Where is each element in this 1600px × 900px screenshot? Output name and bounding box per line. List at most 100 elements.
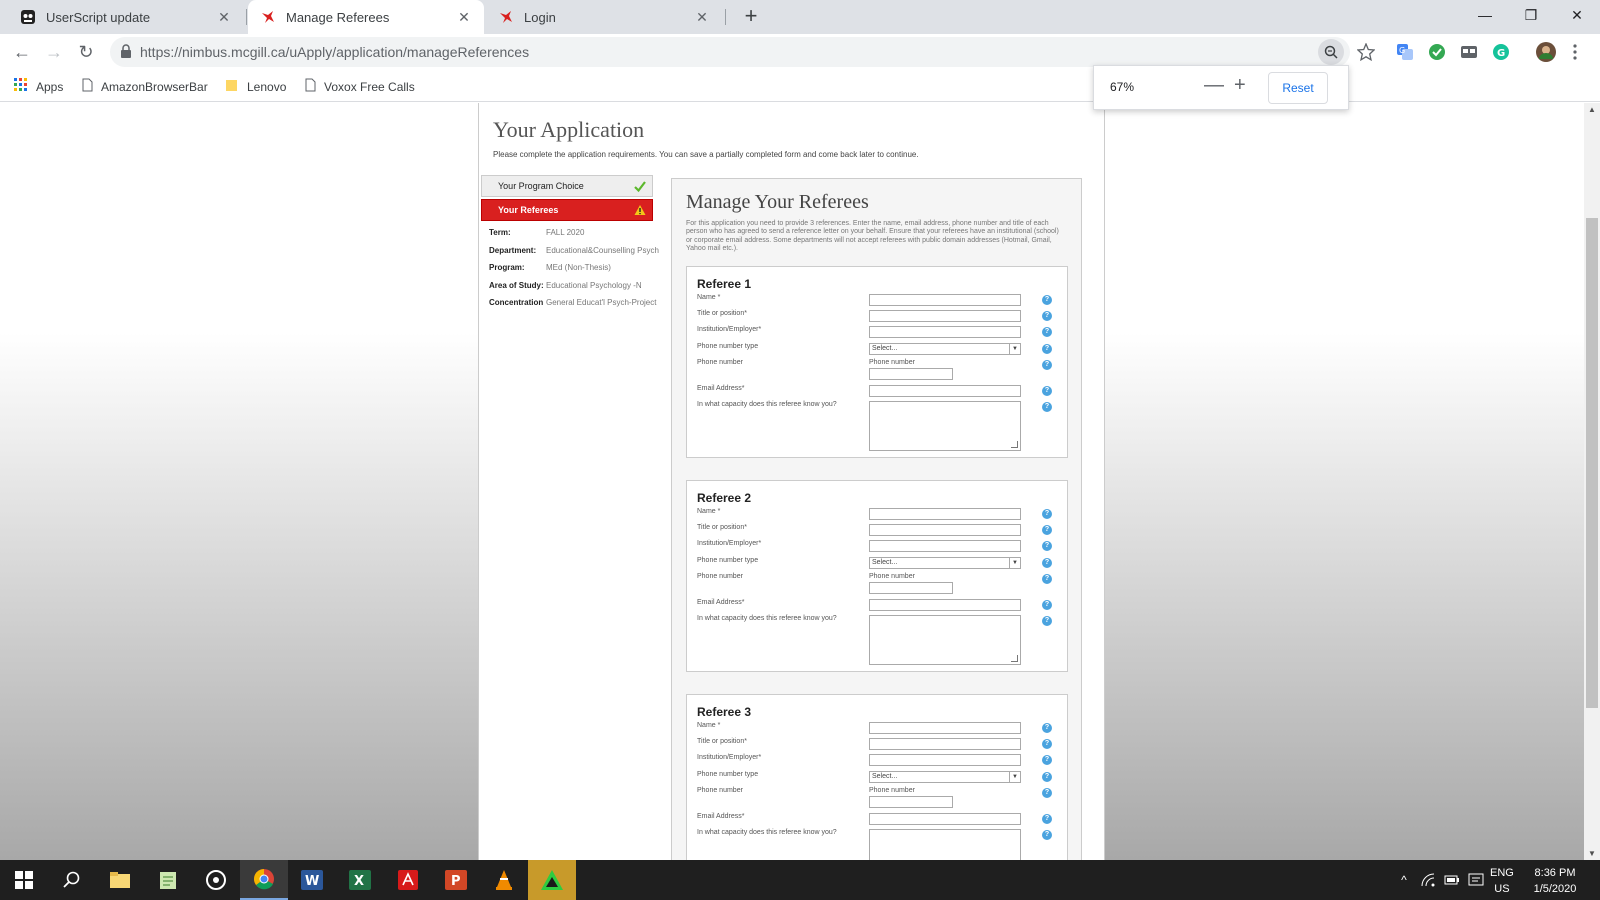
help-icon[interactable]: ? — [1042, 723, 1052, 733]
help-icon[interactable]: ? — [1042, 402, 1052, 412]
search-button[interactable] — [48, 860, 96, 900]
close-tab-icon[interactable]: ✕ — [216, 9, 232, 26]
network-icon[interactable] — [1420, 872, 1436, 888]
system-clock[interactable]: 8:36 PM 1/5/2020 — [1525, 865, 1585, 897]
zoom-icon[interactable] — [1318, 39, 1344, 65]
help-icon[interactable]: ? — [1042, 739, 1052, 749]
language-indicator[interactable]: ENG US — [1490, 865, 1514, 897]
minimize-button[interactable]: — — [1462, 0, 1508, 30]
help-icon[interactable]: ? — [1042, 295, 1052, 305]
nav-item-program-choice[interactable]: Your Program Choice — [481, 175, 653, 197]
profile-avatar[interactable] — [1536, 42, 1556, 62]
address-bar[interactable]: https://nimbus.mcgill.ca/uApply/applicat… — [110, 37, 1350, 67]
phone-number-input[interactable] — [869, 582, 953, 594]
grammarly-icon[interactable]: G — [1492, 43, 1510, 61]
phone-type-select[interactable]: Select... ▼ — [869, 343, 1021, 355]
svg-text:G: G — [1399, 46, 1405, 55]
phone-number-input[interactable] — [869, 368, 953, 380]
zoom-in-button[interactable]: + — [1234, 74, 1246, 97]
file-explorer-button[interactable] — [96, 860, 144, 900]
bookmark-lenovo[interactable]: Lenovo — [225, 78, 286, 95]
userscript-icon — [20, 9, 36, 25]
scroll-up-icon[interactable]: ▲ — [1588, 105, 1596, 114]
help-icon[interactable]: ? — [1042, 772, 1052, 782]
help-icon[interactable]: ? — [1042, 327, 1052, 337]
help-icon[interactable]: ? — [1042, 360, 1052, 370]
back-button[interactable]: ← — [8, 38, 36, 66]
referee-institution-input[interactable] — [869, 540, 1021, 552]
green-triangle-app-button[interactable] — [528, 860, 576, 900]
referee-name-input[interactable] — [869, 722, 1021, 734]
restore-button[interactable]: ❐ — [1508, 0, 1554, 30]
chrome-button[interactable] — [240, 860, 288, 900]
new-tab-button[interactable]: + — [737, 3, 765, 31]
help-icon[interactable]: ? — [1042, 344, 1052, 354]
bookmark-amazon[interactable]: AmazonBrowserBar — [82, 78, 208, 95]
referee-title-input[interactable] — [869, 310, 1021, 322]
referee-institution-input[interactable] — [869, 754, 1021, 766]
scroll-down-icon[interactable]: ▼ — [1588, 849, 1596, 858]
help-icon[interactable]: ? — [1042, 830, 1052, 840]
acrobat-button[interactable] — [384, 860, 432, 900]
word-button[interactable]: W — [288, 860, 336, 900]
tab-manage-referees[interactable]: Manage Referees ✕ — [248, 0, 484, 34]
help-icon[interactable]: ? — [1042, 788, 1052, 798]
help-icon[interactable]: ? — [1042, 311, 1052, 321]
referee-capacity-textarea[interactable] — [869, 615, 1021, 665]
menu-icon[interactable] — [1572, 43, 1582, 61]
referee-capacity-textarea[interactable] — [869, 401, 1021, 451]
bookmark-voxox[interactable]: Voxox Free Calls — [305, 78, 415, 95]
phone-type-select[interactable]: Select... ▼ — [869, 771, 1021, 783]
phone-type-select[interactable]: Select... ▼ — [869, 557, 1021, 569]
help-icon[interactable]: ? — [1042, 541, 1052, 551]
start-button[interactable] — [0, 860, 48, 900]
phone-number-input[interactable] — [869, 796, 953, 808]
help-icon[interactable]: ? — [1042, 755, 1052, 765]
tab-userscript[interactable]: UserScript update ✕ — [8, 0, 244, 34]
translate-icon[interactable]: G — [1396, 43, 1414, 61]
referee-email-input[interactable] — [869, 813, 1021, 825]
help-icon[interactable]: ? — [1042, 525, 1052, 535]
reload-button[interactable]: ↻ — [72, 38, 100, 66]
close-tab-icon[interactable]: ✕ — [456, 9, 472, 26]
close-tab-icon[interactable]: ✕ — [694, 9, 710, 26]
referee-title-input[interactable] — [869, 738, 1021, 750]
forward-button[interactable]: → — [40, 38, 68, 66]
referee-email-input[interactable] — [869, 385, 1021, 397]
star-icon[interactable] — [1356, 42, 1376, 62]
check-extension-icon[interactable] — [1428, 43, 1446, 61]
scrollbar-thumb[interactable] — [1586, 218, 1598, 708]
zoom-reset-button[interactable]: Reset — [1268, 72, 1328, 104]
nav-item-referees[interactable]: Your Referees — [481, 199, 653, 221]
referee-institution-input[interactable] — [869, 326, 1021, 338]
notepad-button[interactable] — [144, 860, 192, 900]
help-icon[interactable]: ? — [1042, 386, 1052, 396]
application-nav: Your Program Choice Your Referees — [481, 175, 653, 223]
incognito-extension-icon[interactable] — [1460, 43, 1478, 61]
tab-login[interactable]: Login ✕ — [486, 0, 722, 34]
help-icon[interactable]: ? — [1042, 558, 1052, 568]
referee-email-input[interactable] — [869, 599, 1021, 611]
help-icon[interactable]: ? — [1042, 616, 1052, 626]
referee-capacity-textarea[interactable] — [869, 829, 1021, 860]
notification-icon[interactable] — [1468, 872, 1484, 888]
close-window-button[interactable]: ✕ — [1554, 0, 1600, 30]
zoom-out-button[interactable]: — — [1204, 74, 1224, 97]
url-text: https://nimbus.mcgill.ca/uApply/applicat… — [140, 44, 530, 60]
referee-name-input[interactable] — [869, 508, 1021, 520]
windows-icon — [15, 871, 33, 889]
help-icon[interactable]: ? — [1042, 814, 1052, 824]
help-icon[interactable]: ? — [1042, 600, 1052, 610]
excel-button[interactable]: X — [336, 860, 384, 900]
bookmark-apps[interactable]: Apps — [14, 78, 63, 95]
page-scrollbar[interactable]: ▲ ▼ — [1584, 103, 1600, 860]
help-icon[interactable]: ? — [1042, 509, 1052, 519]
referee-name-input[interactable] — [869, 294, 1021, 306]
battery-icon[interactable] — [1444, 872, 1460, 888]
help-icon[interactable]: ? — [1042, 574, 1052, 584]
vlc-button[interactable] — [480, 860, 528, 900]
powerpoint-button[interactable]: P — [432, 860, 480, 900]
disc-app-button[interactable] — [192, 860, 240, 900]
referee-title-input[interactable] — [869, 524, 1021, 536]
show-hidden-icons[interactable]: ^ — [1396, 872, 1412, 888]
